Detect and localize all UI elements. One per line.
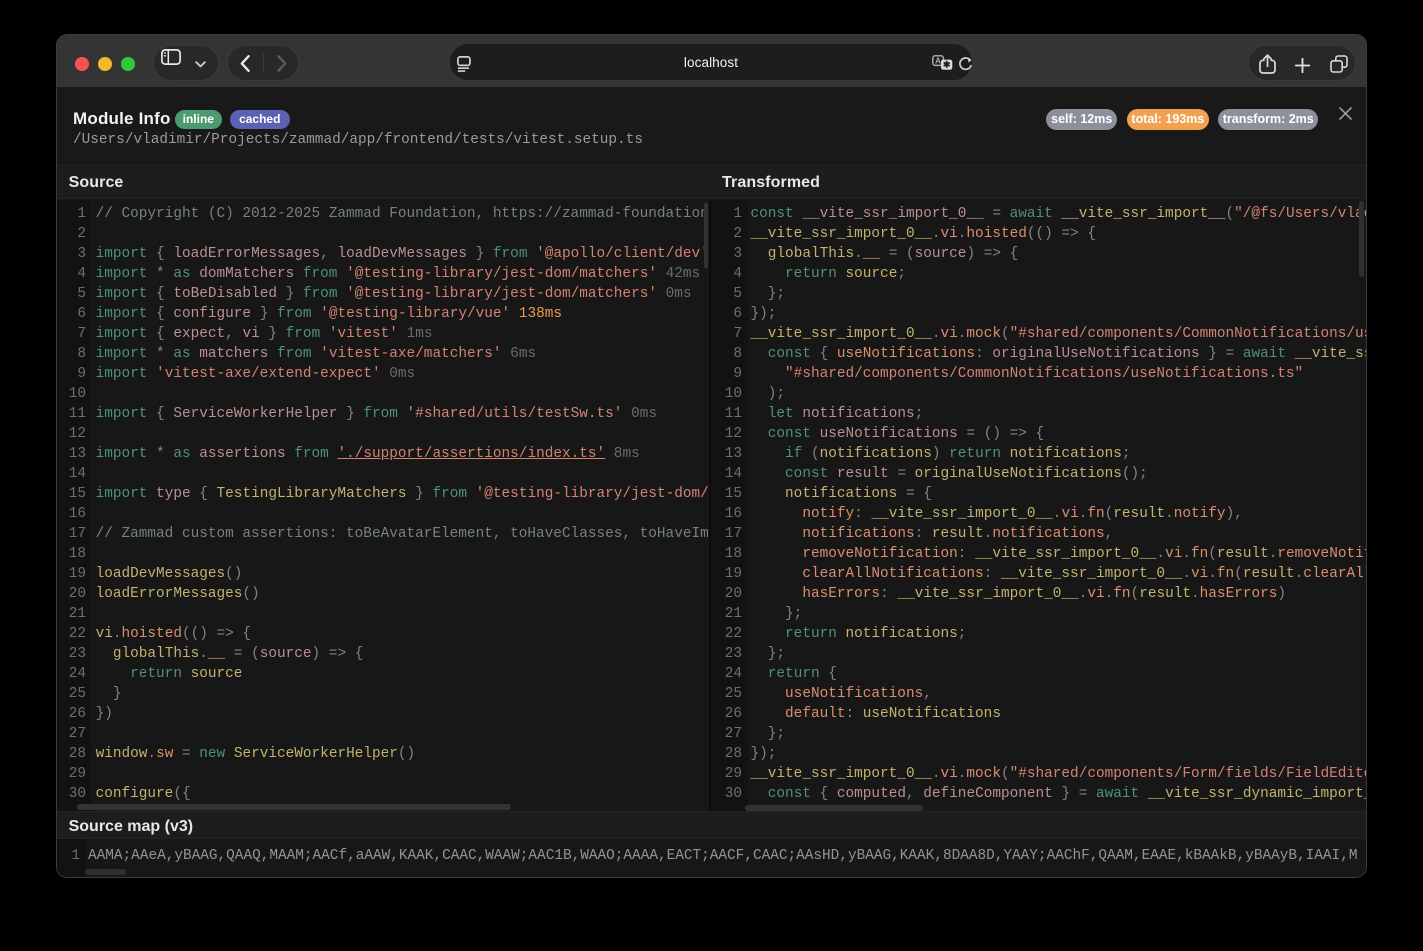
svg-text:A: A bbox=[935, 56, 941, 65]
svg-text:✱: ✱ bbox=[942, 59, 950, 69]
